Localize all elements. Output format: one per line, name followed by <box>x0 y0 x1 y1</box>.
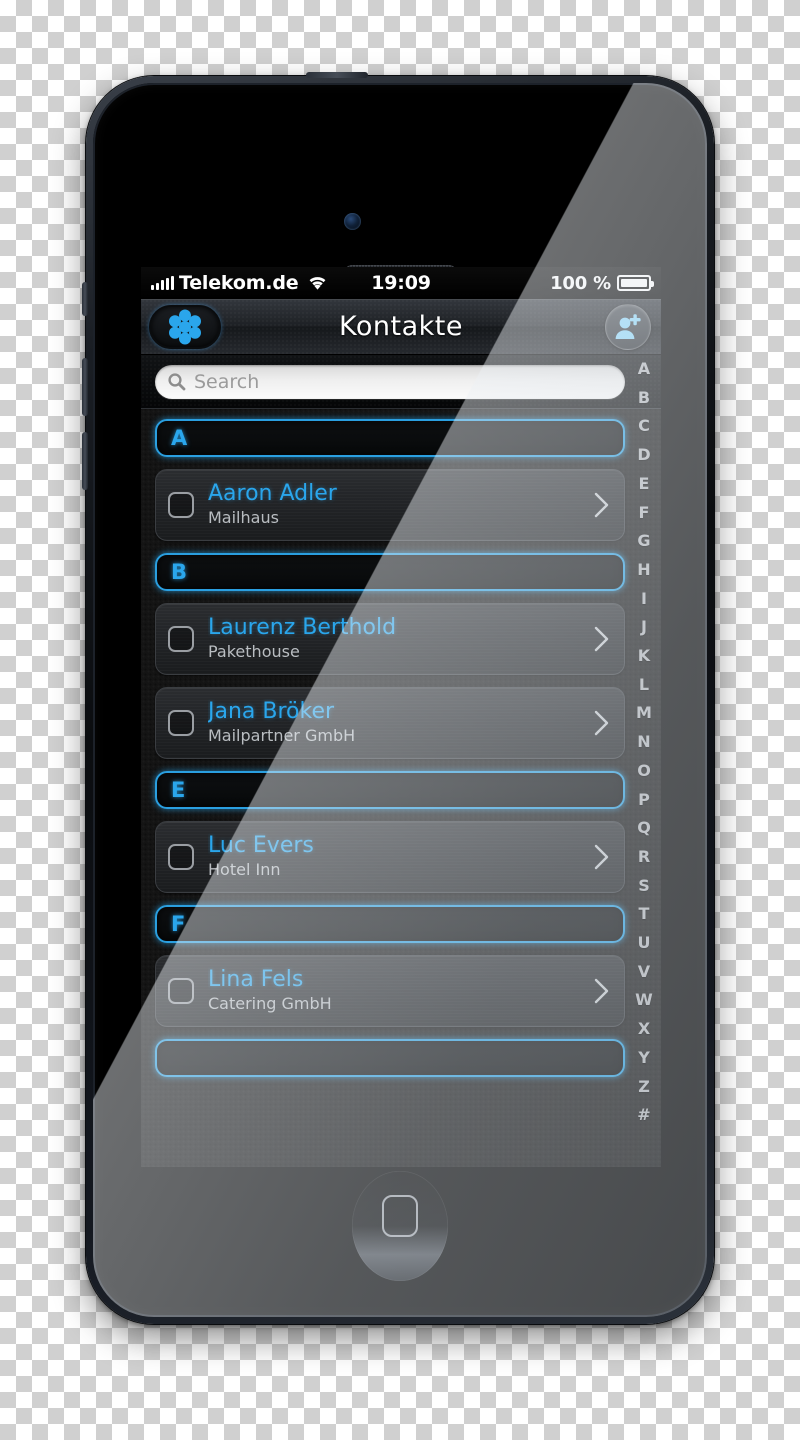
app-screen: Telekom.de 19:09 100 % Kontakte Search A… <box>141 267 661 1167</box>
contact-name: Luc Evers <box>208 833 314 858</box>
carrier-label: Telekom.de <box>179 272 299 294</box>
home-button[interactable] <box>352 1171 448 1281</box>
status-bar-left: Telekom.de <box>151 272 328 294</box>
contact-company: Catering GmbH <box>208 994 332 1013</box>
index-letter[interactable]: X <box>638 1015 650 1044</box>
volume-down-button[interactable] <box>82 432 88 490</box>
index-letter[interactable]: B <box>638 384 650 413</box>
index-letter[interactable]: A <box>638 355 650 384</box>
section-header-letter: A <box>171 426 188 450</box>
phone-device: Telekom.de 19:09 100 % Kontakte Search A… <box>82 72 714 1324</box>
contact-text: Lina Fels Catering GmbH <box>208 967 585 1015</box>
checkbox-unchecked-icon[interactable] <box>168 710 194 736</box>
volume-up-button[interactable] <box>82 358 88 416</box>
chevron-right-icon <box>594 492 609 518</box>
contact-text: Laurenz Berthold Pakethouse <box>208 615 585 663</box>
section-header-letter: B <box>171 560 188 584</box>
index-letter[interactable]: N <box>637 728 650 757</box>
contact-company: Pakethouse <box>208 642 300 661</box>
index-letter[interactable]: O <box>637 757 651 786</box>
index-letter[interactable]: S <box>638 872 650 901</box>
index-letter[interactable]: H <box>637 556 650 585</box>
index-letter[interactable]: F <box>639 499 650 528</box>
status-bar-right: 100 % <box>550 272 654 294</box>
index-letter[interactable]: L <box>639 671 649 700</box>
index-letter[interactable]: J <box>641 613 647 642</box>
contact-list[interactable]: A Aaron Adler Mailhaus B Laurenz Berthold Pak… <box>141 409 661 1167</box>
index-letter[interactable]: C <box>638 412 650 441</box>
contact-name: Aaron Adler <box>208 481 337 506</box>
checkbox-unchecked-icon[interactable] <box>168 626 194 652</box>
index-letter[interactable]: P <box>638 786 650 815</box>
search-input[interactable]: Search <box>155 364 625 399</box>
index-letter[interactable]: D <box>637 441 650 470</box>
contact-company: Hotel Inn <box>208 860 281 879</box>
chevron-right-icon <box>594 710 609 736</box>
section-header: E <box>155 771 625 809</box>
contact-name: Lina Fels <box>208 967 304 992</box>
app-logo-icon <box>169 309 201 345</box>
alphabet-index-bar[interactable]: A B C D E F G H I J K L M N O P Q R S T U V W X Y Z # <box>627 353 661 1167</box>
index-letter[interactable]: Q <box>637 814 651 843</box>
contact-name: Laurenz Berthold <box>208 615 397 640</box>
index-letter[interactable]: Z <box>638 1073 650 1102</box>
contact-company: Mailpartner GmbH <box>208 726 356 745</box>
contact-company: Mailhaus <box>208 508 279 527</box>
contact-row[interactable]: Jana Bröker Mailpartner GmbH <box>155 687 625 759</box>
index-letter[interactable]: R <box>638 843 650 872</box>
battery-full-icon <box>617 275 654 291</box>
front-camera-icon <box>344 213 361 230</box>
contact-text: Luc Evers Hotel Inn <box>208 833 585 881</box>
home-button-square-icon <box>382 1194 418 1237</box>
battery-percent-label: 100 % <box>550 272 611 294</box>
section-header: A <box>155 419 625 457</box>
section-header <box>155 1039 625 1077</box>
silent-switch[interactable] <box>82 282 88 316</box>
chevron-right-icon <box>594 978 609 1004</box>
section-header: F <box>155 905 625 943</box>
power-button[interactable] <box>306 72 368 78</box>
search-icon <box>168 373 186 391</box>
signal-bars-icon <box>151 276 174 290</box>
wifi-icon <box>310 277 326 290</box>
contact-text: Aaron Adler Mailhaus <box>208 481 585 529</box>
chevron-right-icon <box>594 626 609 652</box>
add-person-icon <box>615 314 641 339</box>
index-letter[interactable]: Y <box>638 1044 650 1073</box>
contact-row[interactable]: Lina Fels Catering GmbH <box>155 955 625 1027</box>
contact-row[interactable]: Laurenz Berthold Pakethouse <box>155 603 625 675</box>
phone-face: Telekom.de 19:09 100 % Kontakte Search A… <box>93 83 707 1317</box>
search-bar: Search <box>141 355 661 409</box>
contact-name: Jana Bröker <box>208 699 335 724</box>
index-letter[interactable]: K <box>638 642 650 671</box>
index-letter[interactable]: # <box>637 1101 650 1130</box>
index-letter[interactable]: I <box>641 585 647 614</box>
section-header: B <box>155 553 625 591</box>
index-letter[interactable]: T <box>639 900 650 929</box>
section-header-letter: E <box>171 778 186 802</box>
checkbox-unchecked-icon[interactable] <box>168 492 194 518</box>
nav-bar: Kontakte <box>141 299 661 355</box>
add-contact-button[interactable] <box>605 304 651 350</box>
index-letter[interactable]: V <box>638 958 650 987</box>
index-letter[interactable]: W <box>635 986 653 1015</box>
contact-row[interactable]: Aaron Adler Mailhaus <box>155 469 625 541</box>
section-header-letter: F <box>171 912 186 936</box>
contact-text: Jana Bröker Mailpartner GmbH <box>208 699 585 747</box>
index-letter[interactable]: E <box>639 470 650 499</box>
index-letter[interactable]: U <box>638 929 651 958</box>
chevron-right-icon <box>594 844 609 870</box>
index-letter[interactable]: G <box>637 527 650 556</box>
app-logo-button[interactable] <box>149 305 221 349</box>
checkbox-unchecked-icon[interactable] <box>168 844 194 870</box>
index-letter[interactable]: M <box>636 699 652 728</box>
contact-row[interactable]: Luc Evers Hotel Inn <box>155 821 625 893</box>
page-title: Kontakte <box>339 311 463 342</box>
search-placeholder: Search <box>194 370 260 393</box>
checkbox-unchecked-icon[interactable] <box>168 978 194 1004</box>
status-bar: Telekom.de 19:09 100 % <box>141 267 661 299</box>
